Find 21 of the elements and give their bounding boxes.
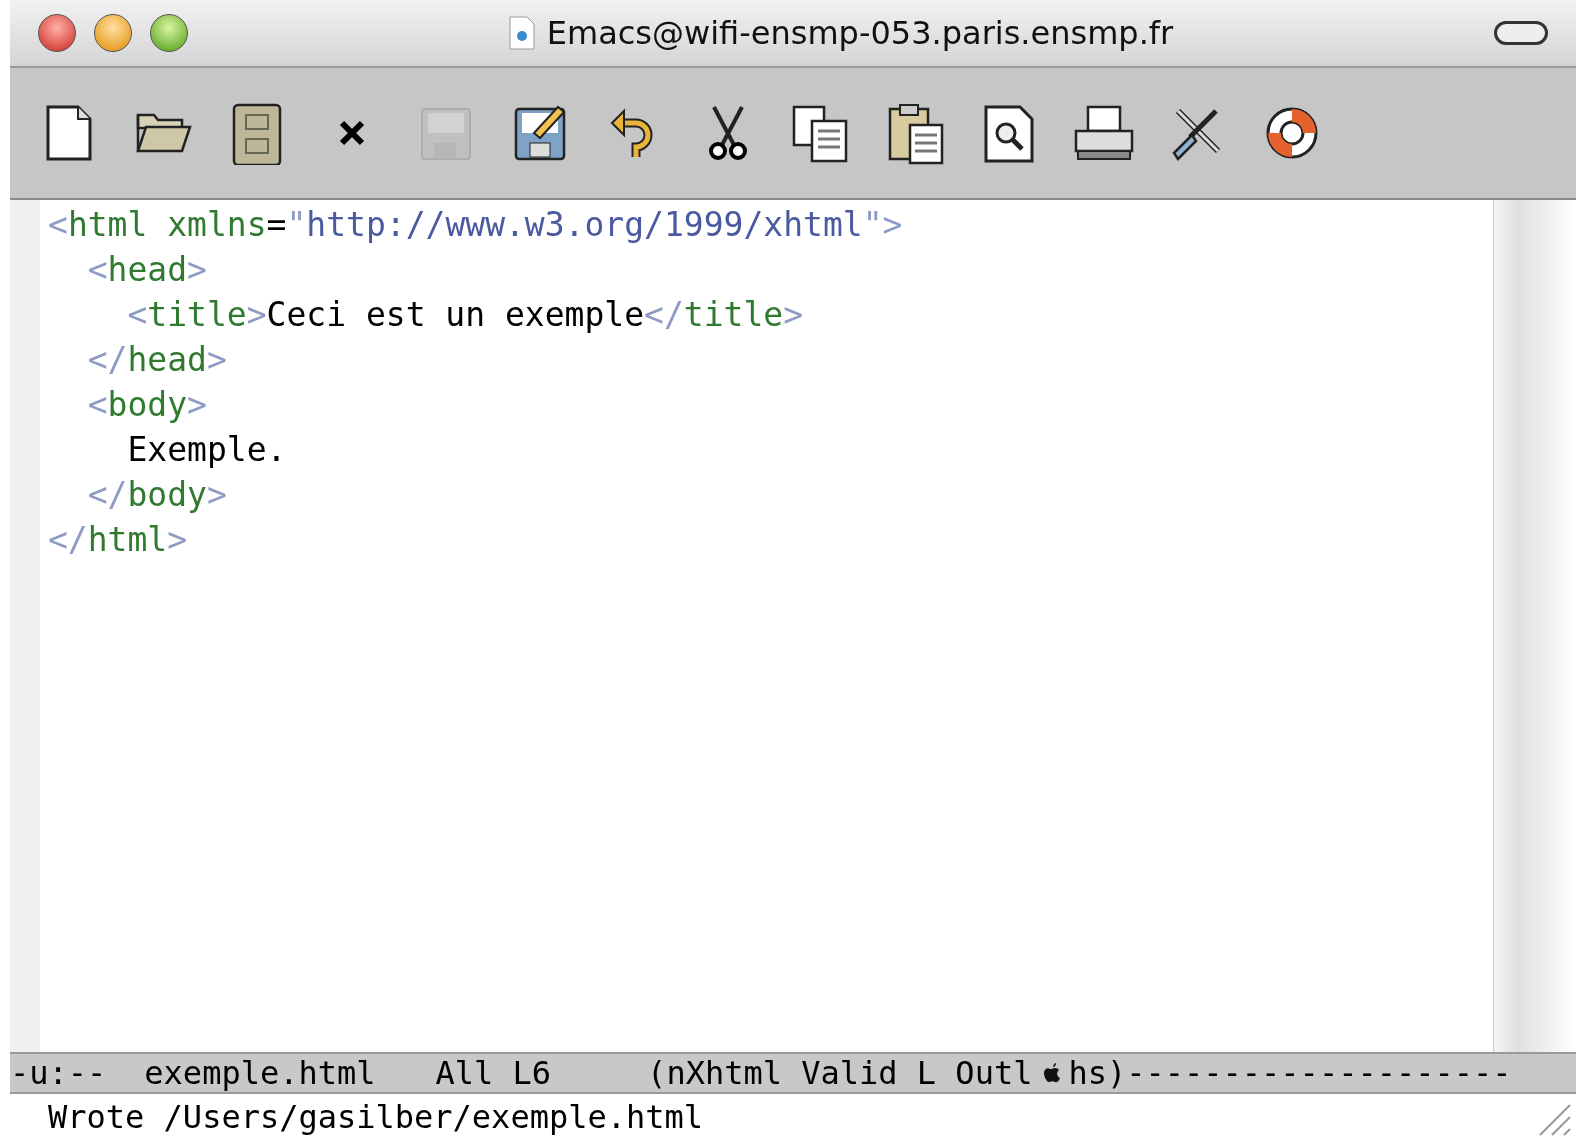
- code-line: <head>: [86, 249, 207, 291]
- code-line: </body>: [86, 474, 227, 516]
- window-title: Emacs@wifi-ensmp-053.paris.ensmp.fr: [546, 14, 1174, 52]
- mode-list: (nXhtml Valid L Outl: [647, 1054, 1033, 1092]
- minibuffer-message: Wrote /Users/gasilber/exemple.html: [48, 1097, 705, 1136]
- document-icon: [508, 16, 535, 50]
- minimize-window-button[interactable]: [94, 14, 132, 52]
- mode-list-end: hs)--------------------: [1068, 1054, 1512, 1092]
- code-line: </head>: [86, 339, 227, 381]
- buffer-name: exemple.html: [144, 1054, 376, 1092]
- close-window-button[interactable]: [38, 14, 76, 52]
- toolbar-toggle-button[interactable]: [1494, 21, 1548, 45]
- code-line: </html>: [47, 519, 188, 561]
- apple-icon: [1044, 1063, 1061, 1083]
- zoom-window-button[interactable]: [150, 14, 188, 52]
- code-line: <html xmlns="http://www.w3.org/1999/xhtml">: [47, 204, 903, 246]
- code-line: <body>: [86, 384, 207, 426]
- buffer-status: -u:--: [10, 1054, 107, 1092]
- buffer-position: All L6: [435, 1054, 552, 1092]
- code-line: <title>Ceci est un exemple</title>: [126, 294, 804, 336]
- code-line: Exemple.: [126, 429, 287, 471]
